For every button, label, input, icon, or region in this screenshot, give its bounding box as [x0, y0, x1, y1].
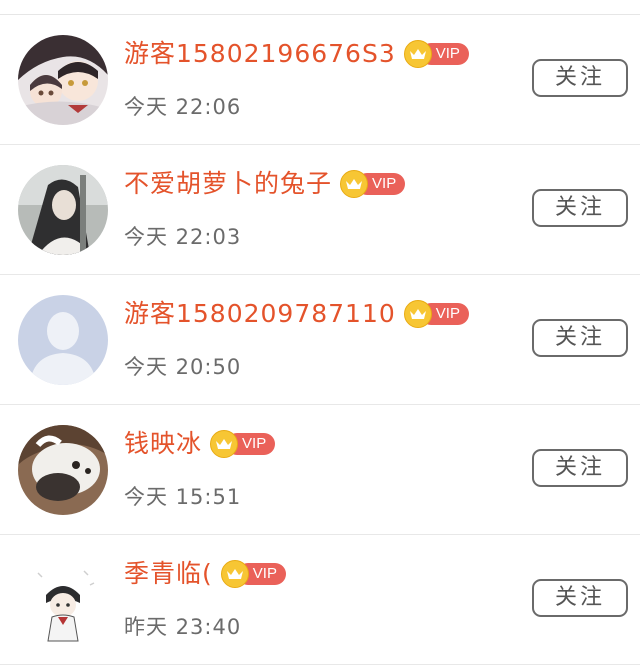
- name-line: 游客15802196676S3 VIP: [124, 39, 469, 68]
- name-line: 季青临( VIP: [124, 559, 286, 588]
- vip-badge: VIP: [403, 39, 469, 68]
- portrait-photo-avatar-image: [18, 165, 108, 255]
- avatar[interactable]: [18, 35, 108, 125]
- username[interactable]: 不爱胡萝卜的兔子: [124, 171, 332, 196]
- username[interactable]: 游客1580209787110: [124, 301, 396, 326]
- timestamp: 今天 22:06: [124, 95, 242, 119]
- list-item[interactable]: 游客15802196676S3 VIP 今天 22:06 关注: [0, 15, 640, 145]
- name-line: 钱映冰 VIP: [124, 429, 276, 458]
- timestamp: 今天 15:51: [124, 485, 242, 509]
- timestamp: 今天 22:03: [124, 225, 242, 249]
- list-item[interactable]: 游客1580209787110 VIP 今天 20:50 关注: [0, 275, 640, 405]
- follow-button[interactable]: 关注: [532, 189, 628, 227]
- crown-icon: [403, 299, 432, 328]
- follow-button[interactable]: 关注: [532, 579, 628, 617]
- timestamp: 今天 20:50: [124, 355, 242, 379]
- username[interactable]: 钱映冰: [124, 431, 202, 456]
- vip-badge: VIP: [340, 169, 406, 198]
- list-item[interactable]: 不爱胡萝卜的兔子 VIP 今天 22:03 关注: [0, 145, 640, 275]
- cat-photo-avatar-image: [18, 425, 108, 515]
- follow-button[interactable]: 关注: [532, 319, 628, 357]
- follow-list: 游客15802196676S3 VIP 今天 22:06 关注 不爱胡萝卜的兔子…: [0, 15, 640, 665]
- previous-row-bottom: [0, 0, 640, 15]
- default-silhouette-avatar-image: [18, 295, 108, 385]
- vip-badge: VIP: [220, 559, 286, 588]
- avatar[interactable]: [18, 555, 108, 645]
- vip-badge: VIP: [403, 299, 469, 328]
- name-line: 不爱胡萝卜的兔子 VIP: [124, 169, 406, 198]
- timestamp: 昨天 23:40: [124, 615, 242, 639]
- crown-icon: [403, 39, 432, 68]
- list-item[interactable]: 季青临( VIP 昨天 23:40 关注: [0, 535, 640, 665]
- follow-button[interactable]: 关注: [532, 449, 628, 487]
- avatar[interactable]: [18, 295, 108, 385]
- chibi-character-avatar-image: [18, 555, 108, 645]
- crown-icon: [220, 559, 249, 588]
- username[interactable]: 季青临(: [124, 561, 213, 586]
- crown-icon: [340, 169, 369, 198]
- anime-couple-avatar-image: [18, 35, 108, 125]
- name-line: 游客1580209787110 VIP: [124, 299, 469, 328]
- crown-icon: [210, 429, 239, 458]
- list-item[interactable]: 钱映冰 VIP 今天 15:51 关注: [0, 405, 640, 535]
- avatar[interactable]: [18, 165, 108, 255]
- follow-button[interactable]: 关注: [532, 59, 628, 97]
- username[interactable]: 游客15802196676S3: [124, 41, 396, 66]
- avatar[interactable]: [18, 425, 108, 515]
- vip-badge: VIP: [210, 429, 276, 458]
